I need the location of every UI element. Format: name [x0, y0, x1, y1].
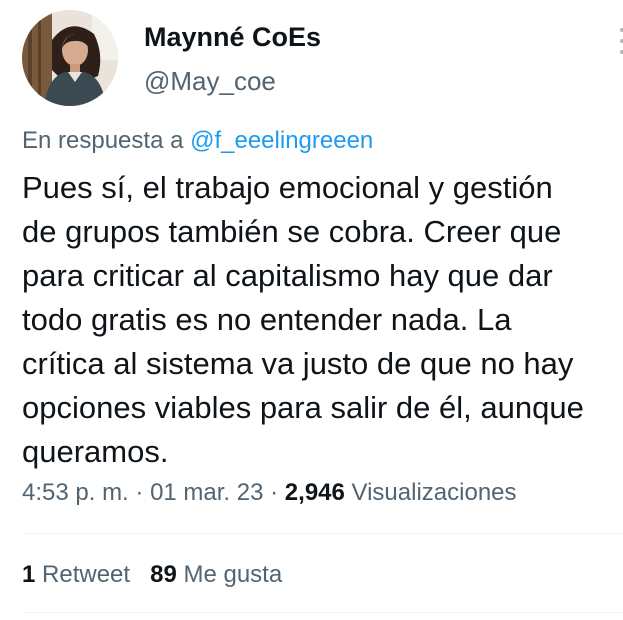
author-display-name[interactable]: Maynné CoEs: [144, 22, 321, 53]
likes-count: 89: [150, 561, 177, 588]
views-label: Visualizaciones: [344, 479, 517, 506]
tweet-text-line: crítica al sistema va justo de que no ha…: [22, 346, 574, 381]
reply-context: En respuesta a @f_eeelingreeen: [22, 127, 373, 155]
tweet-text-line: queramos.: [22, 434, 169, 469]
avatar-photo: [22, 10, 118, 106]
tweet-text-line: de grupos también se cobra. Creer que: [22, 214, 562, 249]
tweet-text-line: para criticar al capitalismo hay que dar: [22, 258, 553, 293]
avatar[interactable]: [22, 10, 118, 106]
author-handle[interactable]: @May_coe: [144, 66, 276, 97]
tweet-detail: Maynné CoEs @May_coe En respuesta a @f_e…: [0, 0, 623, 620]
meta-separator: ·: [128, 479, 151, 506]
tweet-text-line: opciones viables para salir de él, aunqu…: [22, 390, 584, 425]
views-count: 2,946: [284, 479, 345, 506]
tweet-time[interactable]: 4:53 p. m.: [22, 479, 129, 506]
reply-prefix: En respuesta a: [22, 127, 191, 154]
retweets-count: 1: [22, 561, 36, 588]
divider: [22, 612, 623, 613]
likes-label: Me gusta: [176, 561, 283, 588]
retweets-stat[interactable]: 1 Retweet: [22, 561, 130, 588]
tweet-stats: 1 Retweet 89 Me gusta: [22, 561, 282, 589]
more-options-icon[interactable]: [617, 28, 623, 54]
tweet-date[interactable]: 01 mar. 23: [150, 479, 263, 506]
reply-to-handle-link[interactable]: @f_eeelingreeen: [190, 127, 373, 154]
tweet-meta: 4:53 p. m. · 01 mar. 23 · 2,946 Visualiz…: [22, 479, 517, 507]
meta-separator: ·: [263, 479, 285, 506]
likes-stat[interactable]: 89 Me gusta: [150, 561, 282, 588]
retweets-label: Retweet: [35, 561, 131, 588]
tweet-text-line: Pues sí, el trabajo emocional y gestión: [22, 170, 553, 205]
divider: [22, 533, 623, 534]
tweet-text-line: todo gratis es no entender nada. La: [22, 302, 512, 337]
tweet-text: Pues sí, el trabajo emocional y gestión …: [22, 166, 623, 474]
